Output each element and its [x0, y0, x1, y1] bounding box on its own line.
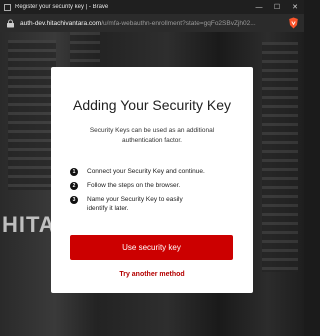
try-another-method-link[interactable]: Try another method — [51, 271, 253, 278]
url-path: /u/mfa-webauthn-enrollment?state=gqFo2SB… — [101, 19, 256, 27]
steps-list: 1 Connect your Security Key and continue… — [70, 167, 240, 218]
step-number-badge: 3 — [70, 196, 78, 204]
browser-tab-icon — [4, 3, 11, 11]
step-text: Connect your Security Key and continue. — [87, 168, 205, 175]
window-title: Register your security key | - Brave — [15, 4, 109, 10]
step-text: Follow the steps on the browser. — [87, 182, 181, 189]
step-item: 2 Follow the steps on the browser. — [70, 181, 240, 190]
url-host: auth-dev.hitachivantara.com — [20, 19, 102, 27]
close-button[interactable]: ✕ — [286, 0, 304, 14]
step-item: 1 Connect your Security Key and continue… — [70, 167, 240, 176]
minimize-button[interactable]: — — [250, 0, 268, 14]
maximize-button[interactable]: ☐ — [268, 0, 286, 14]
background-logo-text: HITA — [2, 212, 56, 237]
step-number-badge: 1 — [70, 168, 78, 176]
server-rack-image — [8, 40, 56, 190]
brave-shields-icon[interactable] — [287, 17, 299, 29]
step-text: Name your Security Key to easily identif… — [87, 196, 183, 212]
step-item: 3 Name your Security Key to easily ident… — [70, 195, 240, 213]
site-info-icon[interactable] — [5, 18, 15, 28]
step-number-badge: 2 — [70, 182, 78, 190]
use-security-key-button[interactable]: Use security key — [70, 235, 233, 260]
url-text[interactable]: auth-dev.hitachivantara.com/u/mfa-webaut… — [20, 20, 283, 27]
security-key-dialog: Adding Your Security Key Security Keys c… — [51, 67, 253, 293]
dialog-description: Security Keys can be used as an addition… — [89, 127, 215, 144]
server-rack-image — [262, 42, 298, 272]
window-titlebar: Register your security key | - Brave — ☐… — [0, 0, 304, 14]
dialog-title: Adding Your Security Key — [73, 97, 231, 113]
address-bar[interactable]: auth-dev.hitachivantara.com/u/mfa-webaut… — [0, 14, 304, 32]
